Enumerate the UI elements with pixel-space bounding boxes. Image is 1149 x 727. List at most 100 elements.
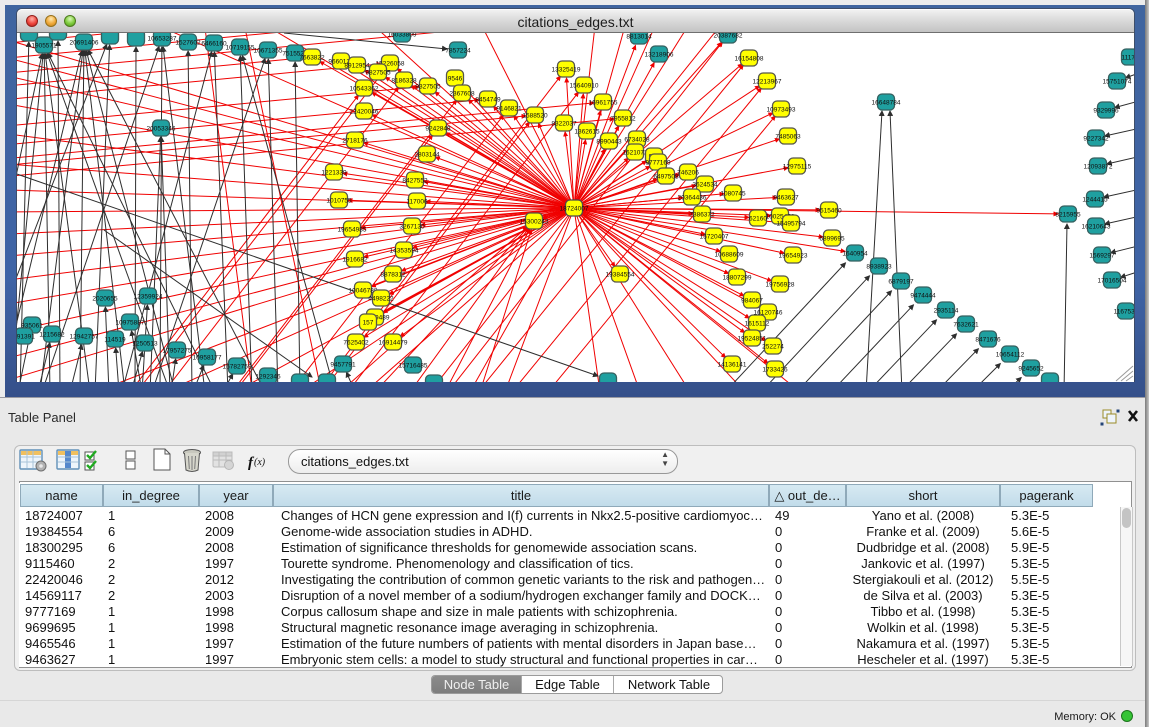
svg-text:10973493: 10973493: [767, 106, 796, 113]
svg-text:9827505: 9827505: [365, 69, 391, 76]
svg-text:14353594: 14353594: [390, 247, 419, 254]
svg-text:1733426: 1733426: [762, 366, 788, 373]
svg-text:18807299: 18807299: [723, 274, 752, 281]
svg-text:20691406: 20691406: [70, 39, 99, 46]
svg-text:8186328: 8186328: [391, 77, 417, 84]
svg-text:4498222: 4498222: [368, 295, 394, 302]
svg-text:2367608: 2367608: [449, 90, 475, 97]
svg-text:1916682: 1916682: [342, 256, 368, 263]
svg-text:9329996: 9329996: [1093, 107, 1119, 114]
svg-text:9515460: 9515460: [816, 207, 842, 214]
svg-text:8813014: 8813014: [626, 33, 652, 40]
svg-text:9463627: 9463627: [773, 194, 799, 201]
svg-text:17957275: 17957275: [163, 347, 192, 354]
svg-text:2803144: 2803144: [414, 151, 440, 158]
svg-text:1221339: 1221339: [321, 169, 347, 176]
svg-text:12213967: 12213967: [753, 78, 782, 85]
svg-text:7632621: 7632621: [953, 321, 979, 328]
svg-text:16648784: 16648784: [872, 99, 901, 106]
svg-text:6497508: 6497508: [653, 173, 679, 180]
svg-text:12942757: 12942757: [70, 333, 99, 340]
svg-text:114519: 114519: [104, 336, 126, 343]
svg-text:984067: 984067: [741, 297, 763, 304]
svg-text:12359924: 12359924: [134, 293, 163, 300]
svg-text:3267130: 3267130: [399, 223, 425, 230]
svg-text:2718176: 2718176: [342, 137, 368, 144]
svg-text:13218906: 13218906: [645, 51, 674, 58]
svg-text:11179: 11179: [1121, 54, 1134, 61]
svg-text:7857224: 7857224: [445, 47, 471, 54]
svg-text:8215955: 8215955: [1055, 211, 1081, 218]
svg-text:20364436: 20364436: [678, 194, 707, 201]
svg-text:10671355: 10671355: [254, 47, 283, 54]
svg-text:8938923: 8938923: [866, 263, 892, 270]
svg-text:1588520: 1588520: [522, 112, 548, 119]
svg-text:13325419: 13325419: [552, 66, 581, 73]
svg-text:20387682: 20387682: [714, 33, 743, 39]
svg-text:10688609: 10688609: [715, 251, 744, 258]
svg-text:20053346: 20053346: [147, 125, 176, 132]
svg-text:1250513: 1250513: [132, 340, 158, 347]
svg-text:3624534: 3624534: [692, 181, 718, 188]
svg-text:10543362: 10543362: [350, 85, 379, 92]
svg-text:1362615: 1362615: [574, 128, 600, 135]
svg-text:16914479: 16914479: [379, 339, 408, 346]
svg-text:9546: 9546: [448, 75, 463, 82]
svg-text:1640954: 1640954: [842, 250, 868, 257]
svg-text:117006: 117006: [406, 198, 428, 205]
svg-text:16033809: 16033809: [388, 33, 417, 38]
svg-text:7386372: 7386372: [689, 211, 715, 218]
svg-text:10653287: 10653287: [148, 35, 177, 42]
svg-text:1010755: 1010755: [326, 197, 352, 204]
svg-text:19654985: 19654985: [338, 226, 367, 233]
svg-text:17016504: 17016504: [1098, 277, 1127, 284]
svg-text:8912954: 8912954: [344, 62, 370, 69]
svg-text:10719155: 10719155: [226, 44, 255, 51]
svg-text:15495794: 15495794: [777, 220, 806, 227]
svg-text:19524851: 19524851: [738, 335, 767, 342]
svg-text:9245652: 9245652: [1018, 365, 1044, 372]
svg-text:157: 157: [363, 319, 374, 326]
svg-text:15716485: 15716485: [399, 362, 428, 369]
svg-text:1167533: 1167533: [1114, 308, 1134, 315]
svg-text:1615112: 1615112: [745, 320, 770, 327]
svg-text:391391: 391391: [17, 333, 35, 340]
svg-text:8990443: 8990443: [596, 138, 622, 145]
svg-text:6466160: 6466160: [201, 40, 227, 47]
svg-text:12093872: 12093872: [1084, 163, 1113, 170]
svg-text:19756928: 19756928: [766, 281, 795, 288]
svg-text:1080745: 1080745: [720, 190, 746, 197]
svg-text:8427552: 8427552: [402, 177, 428, 184]
svg-text:6734028: 6734028: [624, 136, 650, 143]
svg-text:2935114: 2935114: [934, 307, 959, 314]
svg-text:1569297: 1569297: [1089, 252, 1115, 259]
svg-text:1621072: 1621072: [622, 149, 648, 156]
svg-text:19654923: 19654923: [779, 252, 808, 259]
svg-text:7485063: 7485063: [775, 133, 801, 140]
svg-text:9242848: 9242848: [425, 125, 451, 132]
svg-text:22420046: 22420046: [350, 108, 379, 115]
svg-text:7955812: 7955812: [610, 115, 636, 122]
svg-text:16961755: 16961755: [589, 99, 618, 106]
svg-text:15300243: 15300243: [520, 218, 549, 225]
svg-text:16210643: 16210643: [1082, 223, 1111, 230]
svg-text:15720407: 15720407: [700, 233, 729, 240]
svg-text:6899695: 6899695: [819, 235, 845, 242]
svg-text:12975115: 12975115: [783, 163, 812, 170]
svg-text:19384554: 19384554: [606, 271, 635, 278]
svg-text:746206: 746206: [677, 169, 699, 176]
svg-text:10958177: 10958177: [193, 354, 222, 361]
svg-text:9327505: 9327505: [415, 83, 441, 90]
svg-text:2020655: 2020655: [92, 295, 118, 302]
svg-text:6879197: 6879197: [888, 278, 914, 285]
svg-text:14136141: 14136141: [718, 361, 747, 368]
svg-text:8878312: 8878312: [380, 271, 406, 278]
svg-text:18724007: 18724007: [560, 205, 589, 212]
svg-text:8471676: 8471676: [975, 336, 1001, 343]
svg-text:7625402: 7625402: [343, 339, 369, 346]
svg-text:(x): (x): [254, 457, 266, 468]
svg-text:9457791: 9457791: [330, 361, 356, 368]
svg-text:252274: 252274: [762, 343, 784, 350]
svg-text:10654112: 10654112: [996, 351, 1025, 358]
svg-text:15751074: 15751074: [1103, 78, 1132, 85]
